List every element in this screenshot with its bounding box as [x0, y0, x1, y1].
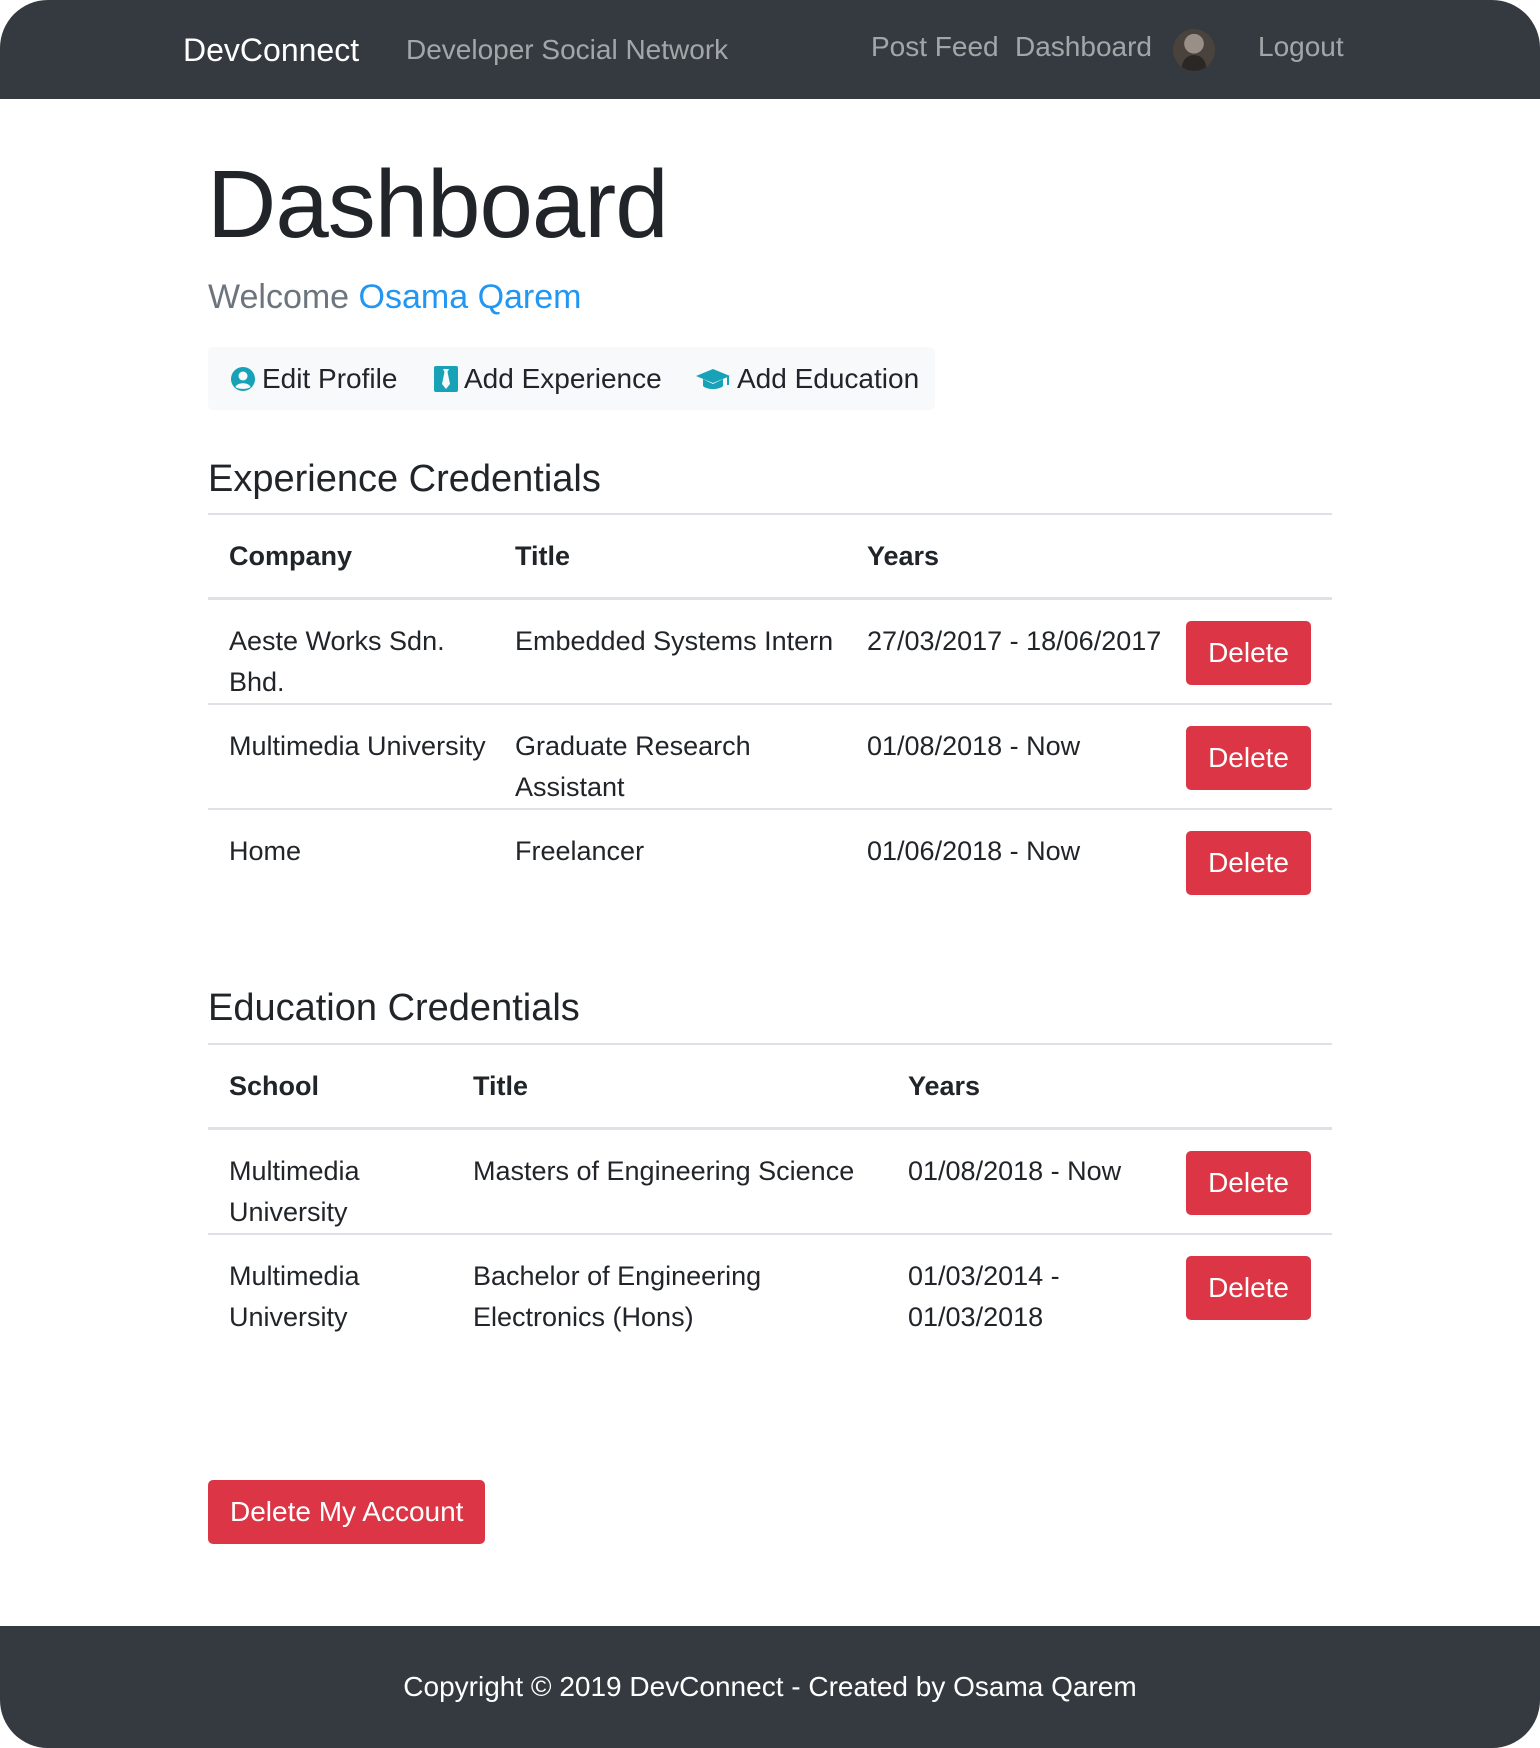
nav-tagline[interactable]: Developer Social Network [406, 32, 728, 68]
column-header-school: School [208, 1043, 452, 1130]
school-cell: Multimedia University [208, 1128, 452, 1235]
table-row: Multimedia University Masters of Enginee… [208, 1128, 1332, 1235]
education-table: School Title Years Multimedia University… [208, 1043, 1332, 1338]
dashboard-actions: Edit Profile Add Experience Add Educatio… [208, 347, 935, 410]
page-title: Dashboard [207, 151, 669, 258]
user-profile-link[interactable]: Osama Qarem [359, 278, 582, 316]
column-header-years: Years [887, 1043, 1186, 1130]
footer: Copyright © 2019 DevConnect - Created by… [0, 1626, 1540, 1748]
action-cell: Delete [1186, 704, 1332, 810]
action-cell: Delete [1186, 1234, 1332, 1338]
table-header-row: Company Title Years [208, 513, 1332, 600]
delete-education-button[interactable]: Delete [1186, 1256, 1311, 1320]
years-cell: 01/08/2018 - Now [887, 1128, 1186, 1235]
welcome-text: Welcome Osama Qarem [208, 276, 582, 318]
action-cell: Delete [1186, 598, 1332, 705]
add-experience-button[interactable]: Add Experience [434, 347, 662, 410]
user-circle-icon [230, 366, 256, 392]
footer-copyright: Copyright © 2019 DevConnect - Created by… [403, 1671, 1137, 1702]
add-experience-label: Add Experience [464, 362, 662, 394]
nav-post-feed[interactable]: Post Feed [871, 29, 999, 65]
education-heading: Education Credentials [208, 987, 580, 1029]
action-cell: Delete [1186, 1128, 1332, 1235]
title-cell: Freelancer [515, 836, 645, 866]
table-row: Aeste Works Sdn. Bhd. Embedded Systems I… [208, 598, 1332, 705]
table-row: Multimedia University Graduate Research … [208, 704, 1332, 810]
graduation-cap-icon [695, 367, 731, 391]
title-cell: Masters of Engineering Science [452, 1128, 887, 1235]
avatar[interactable] [1173, 29, 1215, 71]
years-cell: 01/06/2018 - Now [867, 836, 1081, 866]
nav-logout[interactable]: Logout [1258, 29, 1344, 65]
delete-experience-button[interactable]: Delete [1186, 621, 1311, 685]
title-cell: Bachelor of Engineering Electronics (Hon… [473, 1261, 762, 1332]
years-cell: 01/03/2014 - 01/03/2018 [908, 1261, 1060, 1332]
welcome-prefix: Welcome [208, 278, 350, 316]
school-cell: Multimedia University [229, 1261, 360, 1332]
experience-table: Company Title Years Aeste Works Sdn. Bhd… [208, 513, 1332, 912]
app-window: DevConnect Developer Social Network Post… [0, 0, 1540, 1748]
navbar: DevConnect Developer Social Network Post… [0, 0, 1540, 99]
delete-experience-button[interactable]: Delete [1186, 831, 1311, 895]
company-cell: Home [229, 836, 302, 866]
delete-education-button[interactable]: Delete [1186, 1151, 1311, 1215]
column-header-action [1186, 1043, 1332, 1130]
experience-heading: Experience Credentials [208, 458, 601, 500]
column-header-action [1186, 513, 1332, 600]
table-row: Multimedia University Bachelor of Engine… [208, 1234, 1332, 1338]
add-education-label: Add Education [737, 362, 920, 394]
column-header-title: Title [452, 1043, 887, 1130]
years-cell: 01/08/2018 - Now [846, 704, 1186, 810]
nav-dashboard[interactable]: Dashboard [1015, 29, 1152, 65]
brand-logo[interactable]: DevConnect [183, 30, 359, 70]
column-header-company: Company [208, 513, 494, 600]
edit-profile-label: Edit Profile [262, 362, 398, 394]
action-cell: Delete [1186, 809, 1332, 912]
black-tie-icon [434, 365, 458, 392]
delete-account-button[interactable]: Delete My Account [208, 1480, 486, 1544]
company-cell: Aeste Works Sdn. Bhd. [208, 598, 494, 705]
company-cell: Multimedia University [208, 704, 494, 810]
delete-experience-button[interactable]: Delete [1186, 726, 1311, 790]
edit-profile-button[interactable]: Edit Profile [230, 347, 397, 410]
table-header-row: School Title Years [208, 1043, 1332, 1130]
title-cell: Graduate Research Assistant [494, 704, 846, 810]
column-header-years: Years [846, 513, 1186, 600]
add-education-button[interactable]: Add Education [695, 347, 919, 410]
years-cell: 27/03/2017 - 18/06/2017 [846, 598, 1186, 705]
title-cell: Embedded Systems Intern [494, 598, 846, 705]
table-row: Home Freelancer 01/06/2018 - Now Delete [208, 809, 1332, 912]
column-header-title: Title [494, 513, 846, 600]
